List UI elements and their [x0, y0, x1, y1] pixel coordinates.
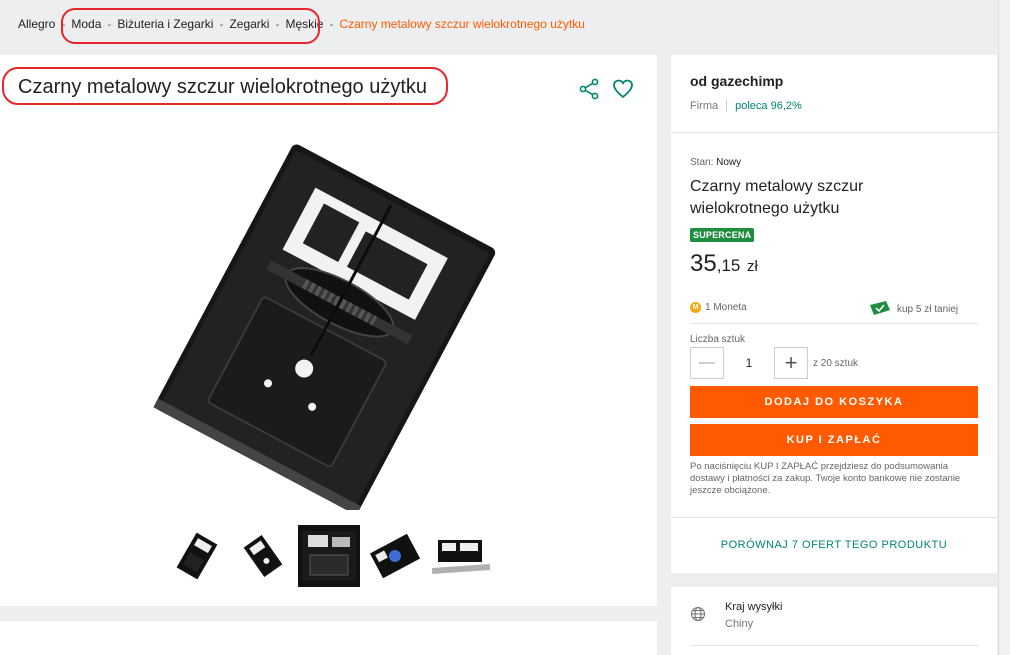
- breadcrumb-separator: -: [219, 17, 224, 31]
- coins: M 1 Moneta: [690, 302, 747, 313]
- discount-info[interactable]: kup 5 zł taniej: [868, 300, 958, 319]
- quantity-plus-button[interactable]: +: [774, 347, 808, 379]
- quantity-input[interactable]: 1: [724, 347, 774, 379]
- product-title: Czarny metalowy szczur wielokrotnego uży…: [18, 76, 428, 98]
- price: 35,15 zł: [690, 250, 758, 278]
- compare-offers-link[interactable]: PORÓWNAJ 7 OFERT TEGO PRODUKTU: [671, 539, 997, 551]
- divider: [671, 517, 997, 518]
- breadcrumb: Allegro - Moda - Biżuteria i Zegarki - Z…: [18, 17, 591, 31]
- condition-value: Nowy: [716, 157, 742, 168]
- breadcrumb-separator: -: [107, 17, 112, 31]
- share-icon[interactable]: [577, 77, 601, 101]
- condition-label: Stan:: [690, 157, 714, 168]
- thumbnail-2[interactable]: [232, 525, 294, 587]
- ticket-icon: [868, 300, 892, 319]
- page-scrollbar[interactable]: [998, 0, 1010, 655]
- breadcrumb-item-allegro[interactable]: Allegro: [18, 17, 55, 31]
- thumbnail-1[interactable]: [166, 525, 228, 587]
- quantity-stepper: — 1 +: [690, 347, 808, 379]
- seller-info: Firma poleca 96,2%: [690, 100, 802, 112]
- divider: [690, 645, 978, 646]
- seller-recommend[interactable]: poleca 96,2%: [735, 100, 802, 112]
- breadcrumb-separator: -: [61, 17, 66, 31]
- thumbnail-4[interactable]: [364, 525, 426, 587]
- shipping-country-label: Kraj wysyłki: [725, 601, 783, 613]
- divider: [726, 100, 728, 112]
- quantity-available: z 20 sztuk: [813, 358, 859, 369]
- quantity-label: Liczba sztuk: [690, 334, 746, 345]
- purchase-note: Po naciśnięciu KUP I ZAPŁAĆ przejdziesz …: [690, 461, 961, 496]
- discount-label: kup 5 zł taniej: [897, 304, 959, 315]
- thumbnail-5[interactable]: [430, 525, 492, 587]
- divider: [671, 132, 997, 133]
- price-main: 35: [690, 250, 717, 277]
- seller-name[interactable]: od gazechimp: [690, 73, 783, 89]
- breadcrumb-item-zegarki[interactable]: Zegarki: [229, 17, 269, 31]
- moneta-icon: M: [690, 302, 701, 313]
- price-currency: zł: [747, 258, 758, 275]
- breadcrumb-current: Czarny metalowy szczur wielokrotnego uży…: [339, 17, 585, 31]
- divider: [690, 323, 978, 324]
- heart-icon[interactable]: [611, 77, 635, 101]
- thumbnail-3[interactable]: [298, 525, 360, 587]
- seller-type: Firma: [690, 100, 719, 112]
- offer-title: Czarny metalowy szczur wielokrotnego uży…: [690, 178, 864, 217]
- quantity-minus-button[interactable]: —: [690, 347, 724, 379]
- buy-now-button[interactable]: KUP I ZAPŁAĆ: [690, 424, 978, 456]
- breadcrumb-item-bizuteria[interactable]: Biżuteria i Zegarki: [117, 17, 213, 31]
- breadcrumb-separator: -: [275, 17, 280, 31]
- breadcrumb-item-meskie[interactable]: Męskie: [285, 17, 323, 31]
- coins-label: 1 Moneta: [705, 302, 747, 313]
- price-cents: ,15: [716, 256, 741, 275]
- description-card: [0, 621, 657, 655]
- shipping-country-value: Chiny: [725, 618, 754, 630]
- condition: Stan: Nowy: [690, 157, 741, 168]
- add-to-cart-button[interactable]: DODAJ DO KOSZYKA: [690, 386, 978, 418]
- breadcrumb-separator: -: [329, 17, 334, 31]
- product-main-image[interactable]: [120, 130, 540, 516]
- thumbnail-strip: [166, 525, 492, 587]
- globe-icon: [690, 606, 706, 627]
- breadcrumb-item-moda[interactable]: Moda: [71, 17, 101, 31]
- supercena-badge: SUPERCENA: [690, 228, 755, 242]
